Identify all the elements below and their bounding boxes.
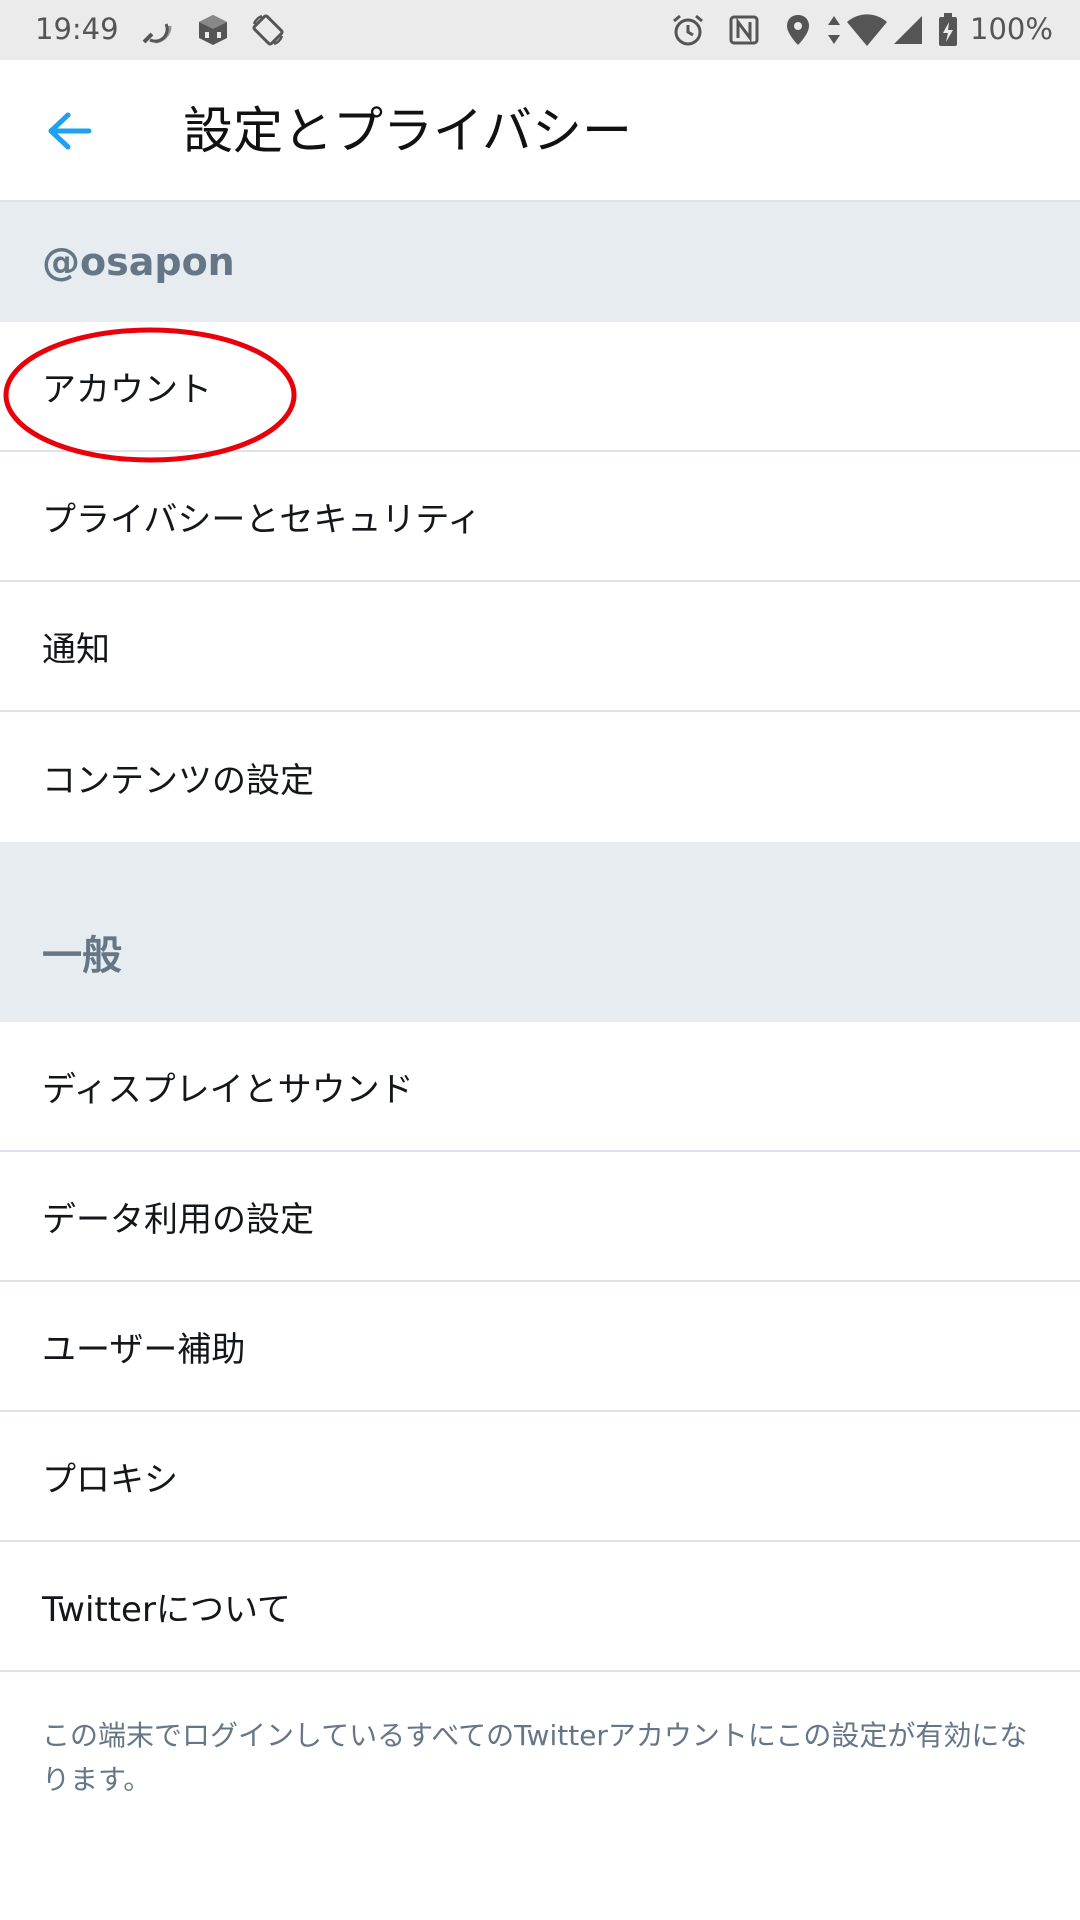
list-item-notifications[interactable]: 通知 [0, 582, 1080, 712]
list-item-accessibility[interactable]: ユーザー補助 [0, 1282, 1080, 1412]
screen-rotate-icon [252, 14, 284, 46]
list-item-content-settings[interactable]: コンテンツの設定 [0, 712, 1080, 842]
status-time: 19:49 [35, 12, 119, 46]
list-item-label: プロキシ [42, 1459, 178, 1500]
footer-note: この端末でログインしているすべてのTwitterアカウントにこの設定が有効になり… [42, 1719, 1028, 1796]
app-icon [199, 15, 227, 45]
list-item-label: データ利用の設定 [42, 1199, 314, 1240]
list-item-about-twitter[interactable]: Twitterについて [0, 1542, 1080, 1672]
cell-signal-icon [894, 16, 922, 44]
battery-percent: 100% [970, 12, 1053, 46]
list-item-proxy[interactable]: プロキシ [0, 1412, 1080, 1542]
app-bar: 設定とプライバシー [0, 60, 1080, 202]
list-item-label: Twitterについて [42, 1589, 291, 1630]
page-title: 設定とプライバシー [183, 102, 632, 160]
list-item-display-sound[interactable]: ディスプレイとサウンド [0, 1022, 1080, 1152]
status-bar: 19:49 100% [0, 0, 1080, 60]
list-item-label: アカウント [42, 369, 212, 410]
location-icon [787, 15, 809, 45]
alarm-icon [673, 14, 703, 46]
list-item-account[interactable]: アカウント [0, 322, 1080, 452]
back-arrow-icon [48, 112, 92, 150]
list-item-label: ディスプレイとサウンド [42, 1069, 414, 1110]
section-header-account: @osapon [0, 202, 1080, 322]
list-item-label: コンテンツの設定 [42, 760, 314, 801]
battery-icon [939, 13, 957, 46]
section-title: @osapon [42, 240, 235, 284]
nfc-icon [729, 15, 759, 45]
list-item-privacy-security[interactable]: プライバシーとセキュリティ [0, 452, 1080, 582]
wifi-icon [847, 14, 887, 46]
list-item-data-usage[interactable]: データ利用の設定 [0, 1152, 1080, 1282]
list-item-label: ユーザー補助 [42, 1329, 246, 1370]
back-button[interactable] [30, 96, 110, 166]
section-header-general: 一般 [0, 842, 1080, 1022]
nfc-signal-icon [142, 23, 172, 44]
list-item-label: 通知 [42, 629, 110, 670]
section-title: 一般 [42, 933, 122, 979]
list-item-label: プライバシーとセキュリティ [42, 499, 482, 540]
data-arrows-icon [828, 16, 840, 44]
